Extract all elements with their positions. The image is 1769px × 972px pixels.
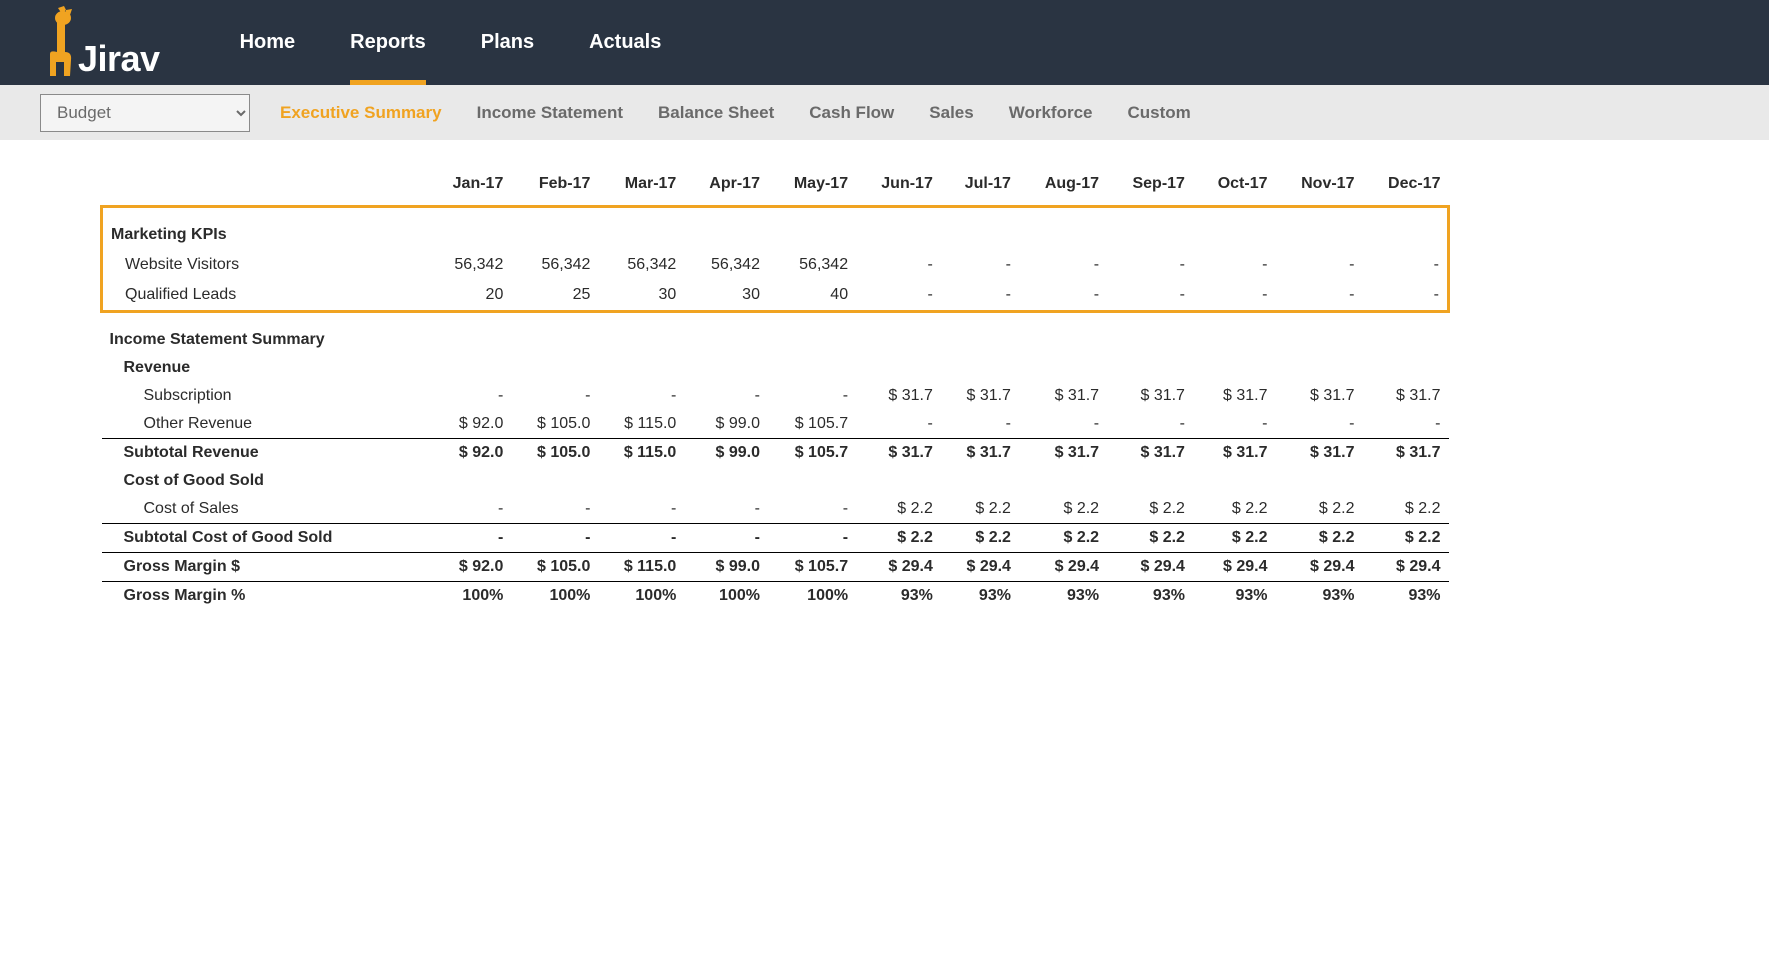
col-apr: Apr-17 [684,170,768,207]
tab-cash-flow[interactable]: Cash Flow [809,103,894,123]
col-oct: Oct-17 [1193,170,1276,207]
primary-nav: Home Reports Plans Actuals [240,0,662,85]
tab-executive-summary[interactable]: Executive Summary [280,103,442,123]
col-jun: Jun-17 [856,170,941,207]
row-revenue-header: Revenue [102,354,1449,382]
plan-select[interactable]: Budget [40,94,250,132]
label-subtotal-cogs: Subtotal Cost of Good Sold [102,524,428,553]
report-table: Jan-17 Feb-17 Mar-17 Apr-17 May-17 Jun-1… [100,170,1450,610]
top-navbar: Jirav Home Reports Plans Actuals [0,0,1769,85]
table-header-row: Jan-17 Feb-17 Mar-17 Apr-17 May-17 Jun-1… [102,170,1449,207]
col-feb: Feb-17 [511,170,598,207]
row-subtotal-revenue: Subtotal Revenue $ 92.0 $ 105.0 $ 115.0 … [102,439,1449,468]
label-subtotal-revenue: Subtotal Revenue [102,439,428,468]
report-tabs: Executive Summary Income Statement Balan… [280,103,1191,123]
income-statement-header: Income Statement Summary [102,312,1449,355]
col-dec: Dec-17 [1362,170,1448,207]
row-subtotal-cogs: Subtotal Cost of Good Sold - - - - - $ 2… [102,524,1449,553]
row-qualified-leads: Qualified Leads 20 25 30 30 40 - - - - -… [102,280,1449,312]
col-may: May-17 [768,170,856,207]
tab-custom[interactable]: Custom [1127,103,1190,123]
label-gross-margin-pct: Gross Margin % [102,582,428,611]
table-header-blank [102,170,428,207]
label-cost-of-sales: Cost of Sales [102,495,428,524]
col-sep: Sep-17 [1107,170,1193,207]
marketing-kpis-section: Marketing KPIs Website Visitors 56,342 5… [102,207,1449,312]
nav-reports[interactable]: Reports [350,0,426,85]
tab-sales[interactable]: Sales [929,103,973,123]
col-nov: Nov-17 [1275,170,1362,207]
nav-plans[interactable]: Plans [481,0,534,85]
marketing-kpis-header: Marketing KPIs [102,207,1449,251]
sub-navbar: Budget Executive Summary Income Statemen… [0,85,1769,140]
col-jul: Jul-17 [941,170,1019,207]
report-content: Jan-17 Feb-17 Mar-17 Apr-17 May-17 Jun-1… [0,140,1480,650]
label-gross-margin-amt: Gross Margin $ [102,553,428,582]
tab-balance-sheet[interactable]: Balance Sheet [658,103,774,123]
nav-home[interactable]: Home [240,0,296,85]
row-gross-margin-pct: Gross Margin % 100% 100% 100% 100% 100% … [102,582,1449,611]
row-cost-of-sales: Cost of Sales - - - - - $ 2.2 $ 2.2 $ 2.… [102,495,1449,524]
row-website-visitors: Website Visitors 56,342 56,342 56,342 56… [102,250,1449,280]
tab-workforce[interactable]: Workforce [1009,103,1093,123]
label-other-revenue: Other Revenue [102,410,428,439]
row-gross-margin-amt: Gross Margin $ $ 92.0 $ 105.0 $ 115.0 $ … [102,553,1449,582]
label-cogs: Cost of Good Sold [102,467,428,495]
col-aug: Aug-17 [1019,170,1107,207]
income-statement-title: Income Statement Summary [102,312,428,355]
tab-income-statement[interactable]: Income Statement [477,103,623,123]
row-subscription: Subscription - - - - - $ 31.7 $ 31.7 $ 3… [102,382,1449,410]
giraffe-icon [30,6,74,80]
col-jan: Jan-17 [428,170,512,207]
label-subscription: Subscription [102,382,428,410]
brand-name: Jirav [78,38,160,80]
label-website-visitors: Website Visitors [102,250,428,280]
col-mar: Mar-17 [598,170,684,207]
brand-logo: Jirav [30,6,160,80]
marketing-kpis-title: Marketing KPIs [102,207,428,251]
nav-actuals[interactable]: Actuals [589,0,661,85]
row-cogs-header: Cost of Good Sold [102,467,1449,495]
income-statement-section: Income Statement Summary Revenue Subscri… [102,312,1449,611]
label-qualified-leads: Qualified Leads [102,280,428,312]
row-other-revenue: Other Revenue $ 92.0 $ 105.0 $ 115.0 $ 9… [102,410,1449,439]
label-revenue: Revenue [102,354,428,382]
